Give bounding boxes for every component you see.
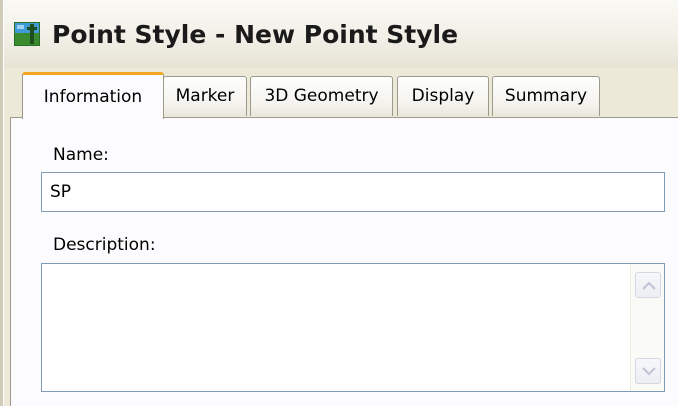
tab-display[interactable]: Display	[397, 76, 489, 116]
title-bar[interactable]: Point Style - New Point Style	[0, 0, 678, 68]
scroll-up-button[interactable]	[635, 272, 661, 298]
description-field[interactable]	[41, 263, 665, 392]
description-label: Description:	[53, 235, 156, 255]
scroll-down-button[interactable]	[635, 358, 661, 384]
tab-3d-geometry[interactable]: 3D Geometry	[250, 76, 393, 116]
window-left-border	[0, 0, 4, 406]
tab-information[interactable]: Information	[22, 72, 164, 119]
point-style-dialog: Point Style - New Point Style Informatio…	[0, 0, 678, 406]
description-scrollbar[interactable]	[630, 264, 664, 391]
point-style-icon	[14, 22, 40, 46]
tab-summary[interactable]: Summary	[492, 76, 600, 116]
tab-marker[interactable]: Marker	[163, 76, 247, 116]
name-label: Name:	[53, 145, 109, 165]
window-title: Point Style - New Point Style	[52, 20, 459, 49]
name-input[interactable]	[41, 172, 665, 212]
description-textarea[interactable]	[42, 264, 632, 391]
